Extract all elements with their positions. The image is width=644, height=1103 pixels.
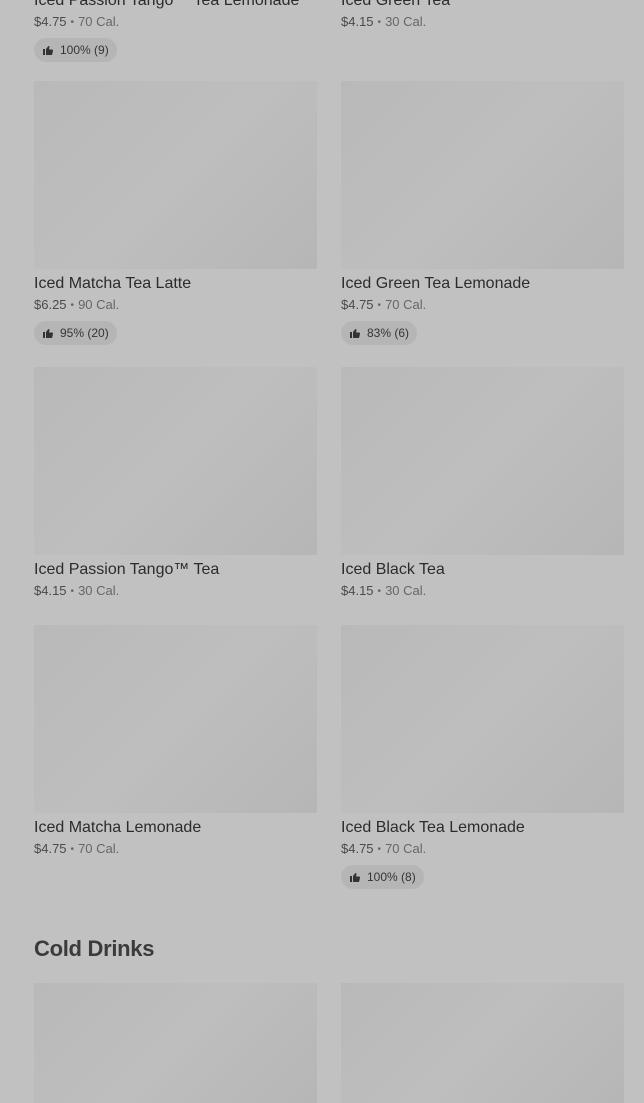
- rating-badge: 100% (8): [341, 865, 424, 889]
- item-name: Iced Matcha Tea Latte: [34, 275, 192, 292]
- item-name: Iced Green Tea: [341, 0, 451, 9]
- separator-dot: •: [70, 17, 75, 28]
- separator-dot: •: [377, 300, 382, 311]
- menu-item-card[interactable]: Iced Passion Tango™ Tea Lemonade $4.75 • 7…: [34, 0, 317, 62]
- item-price: $4.75: [341, 841, 374, 856]
- item-calories: 70 Cal.: [78, 841, 120, 856]
- separator-dot: •: [70, 300, 75, 311]
- menu-item-card[interactable]: Iced Green Tea Lemonade $4.75 • 70 Cal. 83…: [341, 81, 624, 345]
- item-price: $4.15: [341, 14, 374, 29]
- item-meta: $6.25 • 90 Cal.: [34, 297, 317, 315]
- item-image: [341, 625, 624, 813]
- item-image: [34, 367, 317, 555]
- separator-dot: •: [377, 586, 382, 597]
- section-title: Cold Drinks: [34, 936, 155, 961]
- menu-item-card[interactable]: Iced Black Tea Lemonade $4.75 • 70 Cal. 10…: [341, 625, 624, 889]
- item-calories: 70 Cal.: [385, 297, 427, 312]
- item-meta: $4.15 • 30 Cal.: [341, 14, 624, 32]
- item-meta: $4.15 • 30 Cal.: [341, 583, 624, 601]
- item-price: $4.75: [34, 841, 67, 856]
- item-name: Iced Black Tea Lemonade: [341, 819, 525, 836]
- menu-item-card[interactable]: Iced Passion Tango™ Tea $4.15 • 30 Cal.: [34, 367, 317, 601]
- thumbs-up-icon: [350, 329, 360, 339]
- item-name: Iced Passion Tango™ Tea Lemonade: [34, 0, 300, 9]
- item-image: [34, 625, 317, 813]
- item-calories: 70 Cal.: [385, 841, 427, 856]
- rating-text: 83% (6): [367, 326, 410, 340]
- menu-item-card[interactable]: Iced Black Tea $4.15 • 30 Cal.: [341, 367, 624, 601]
- item-calories: 90 Cal.: [78, 297, 120, 312]
- item-calories: 30 Cal.: [385, 14, 427, 29]
- item-name: Iced Passion Tango™ Tea: [34, 561, 220, 578]
- thumbs-up-icon: [43, 46, 53, 56]
- item-price: $4.15: [34, 583, 67, 598]
- item-price: $4.75: [341, 297, 374, 312]
- item-name: Iced Green Tea Lemonade: [341, 275, 531, 292]
- separator-dot: •: [70, 586, 75, 597]
- item-meta: $4.75 • 70 Cal.: [34, 14, 317, 32]
- item-calories: 30 Cal.: [385, 583, 427, 598]
- item-meta: $4.15 • 30 Cal.: [34, 583, 317, 601]
- rating-text: 95% (20): [60, 326, 109, 340]
- item-name: Iced Black Tea: [341, 561, 445, 578]
- item-image: [34, 81, 317, 269]
- separator-dot: •: [377, 17, 382, 28]
- thumbs-up-icon: [350, 873, 360, 883]
- item-calories: 30 Cal.: [78, 583, 120, 598]
- item-price: $4.75: [34, 14, 67, 29]
- item-image: [341, 81, 624, 269]
- separator-dot: •: [70, 844, 75, 855]
- rating-badge: 100% (9): [34, 38, 117, 62]
- item-meta: $4.75 • 70 Cal.: [34, 841, 317, 859]
- thumbs-up-icon: [43, 329, 53, 339]
- rating-badge: 83% (6): [341, 321, 418, 345]
- item-price: $6.25: [34, 297, 67, 312]
- menu-item-card[interactable]: Iced Matcha Tea Latte $6.25 • 90 Cal. 95% …: [34, 81, 317, 345]
- item-meta: $4.75 • 70 Cal.: [341, 297, 624, 315]
- rating-badge: 95% (20): [34, 321, 117, 345]
- menu-item-card[interactable]: [341, 983, 624, 1103]
- rating-text: 100% (9): [60, 43, 109, 57]
- item-calories: 70 Cal.: [78, 14, 120, 29]
- rating-text: 100% (8): [367, 870, 416, 884]
- item-name: Iced Matcha Lemonade: [34, 819, 202, 836]
- menu-item-card[interactable]: [34, 983, 317, 1103]
- item-price: $4.15: [341, 583, 374, 598]
- separator-dot: •: [377, 844, 382, 855]
- item-image: [341, 367, 624, 555]
- menu-item-card[interactable]: Iced Matcha Lemonade $4.75 • 70 Cal.: [34, 625, 317, 859]
- menu-item-card[interactable]: Iced Green Tea $4.15 • 30 Cal.: [341, 0, 624, 32]
- item-meta: $4.75 • 70 Cal.: [341, 841, 624, 859]
